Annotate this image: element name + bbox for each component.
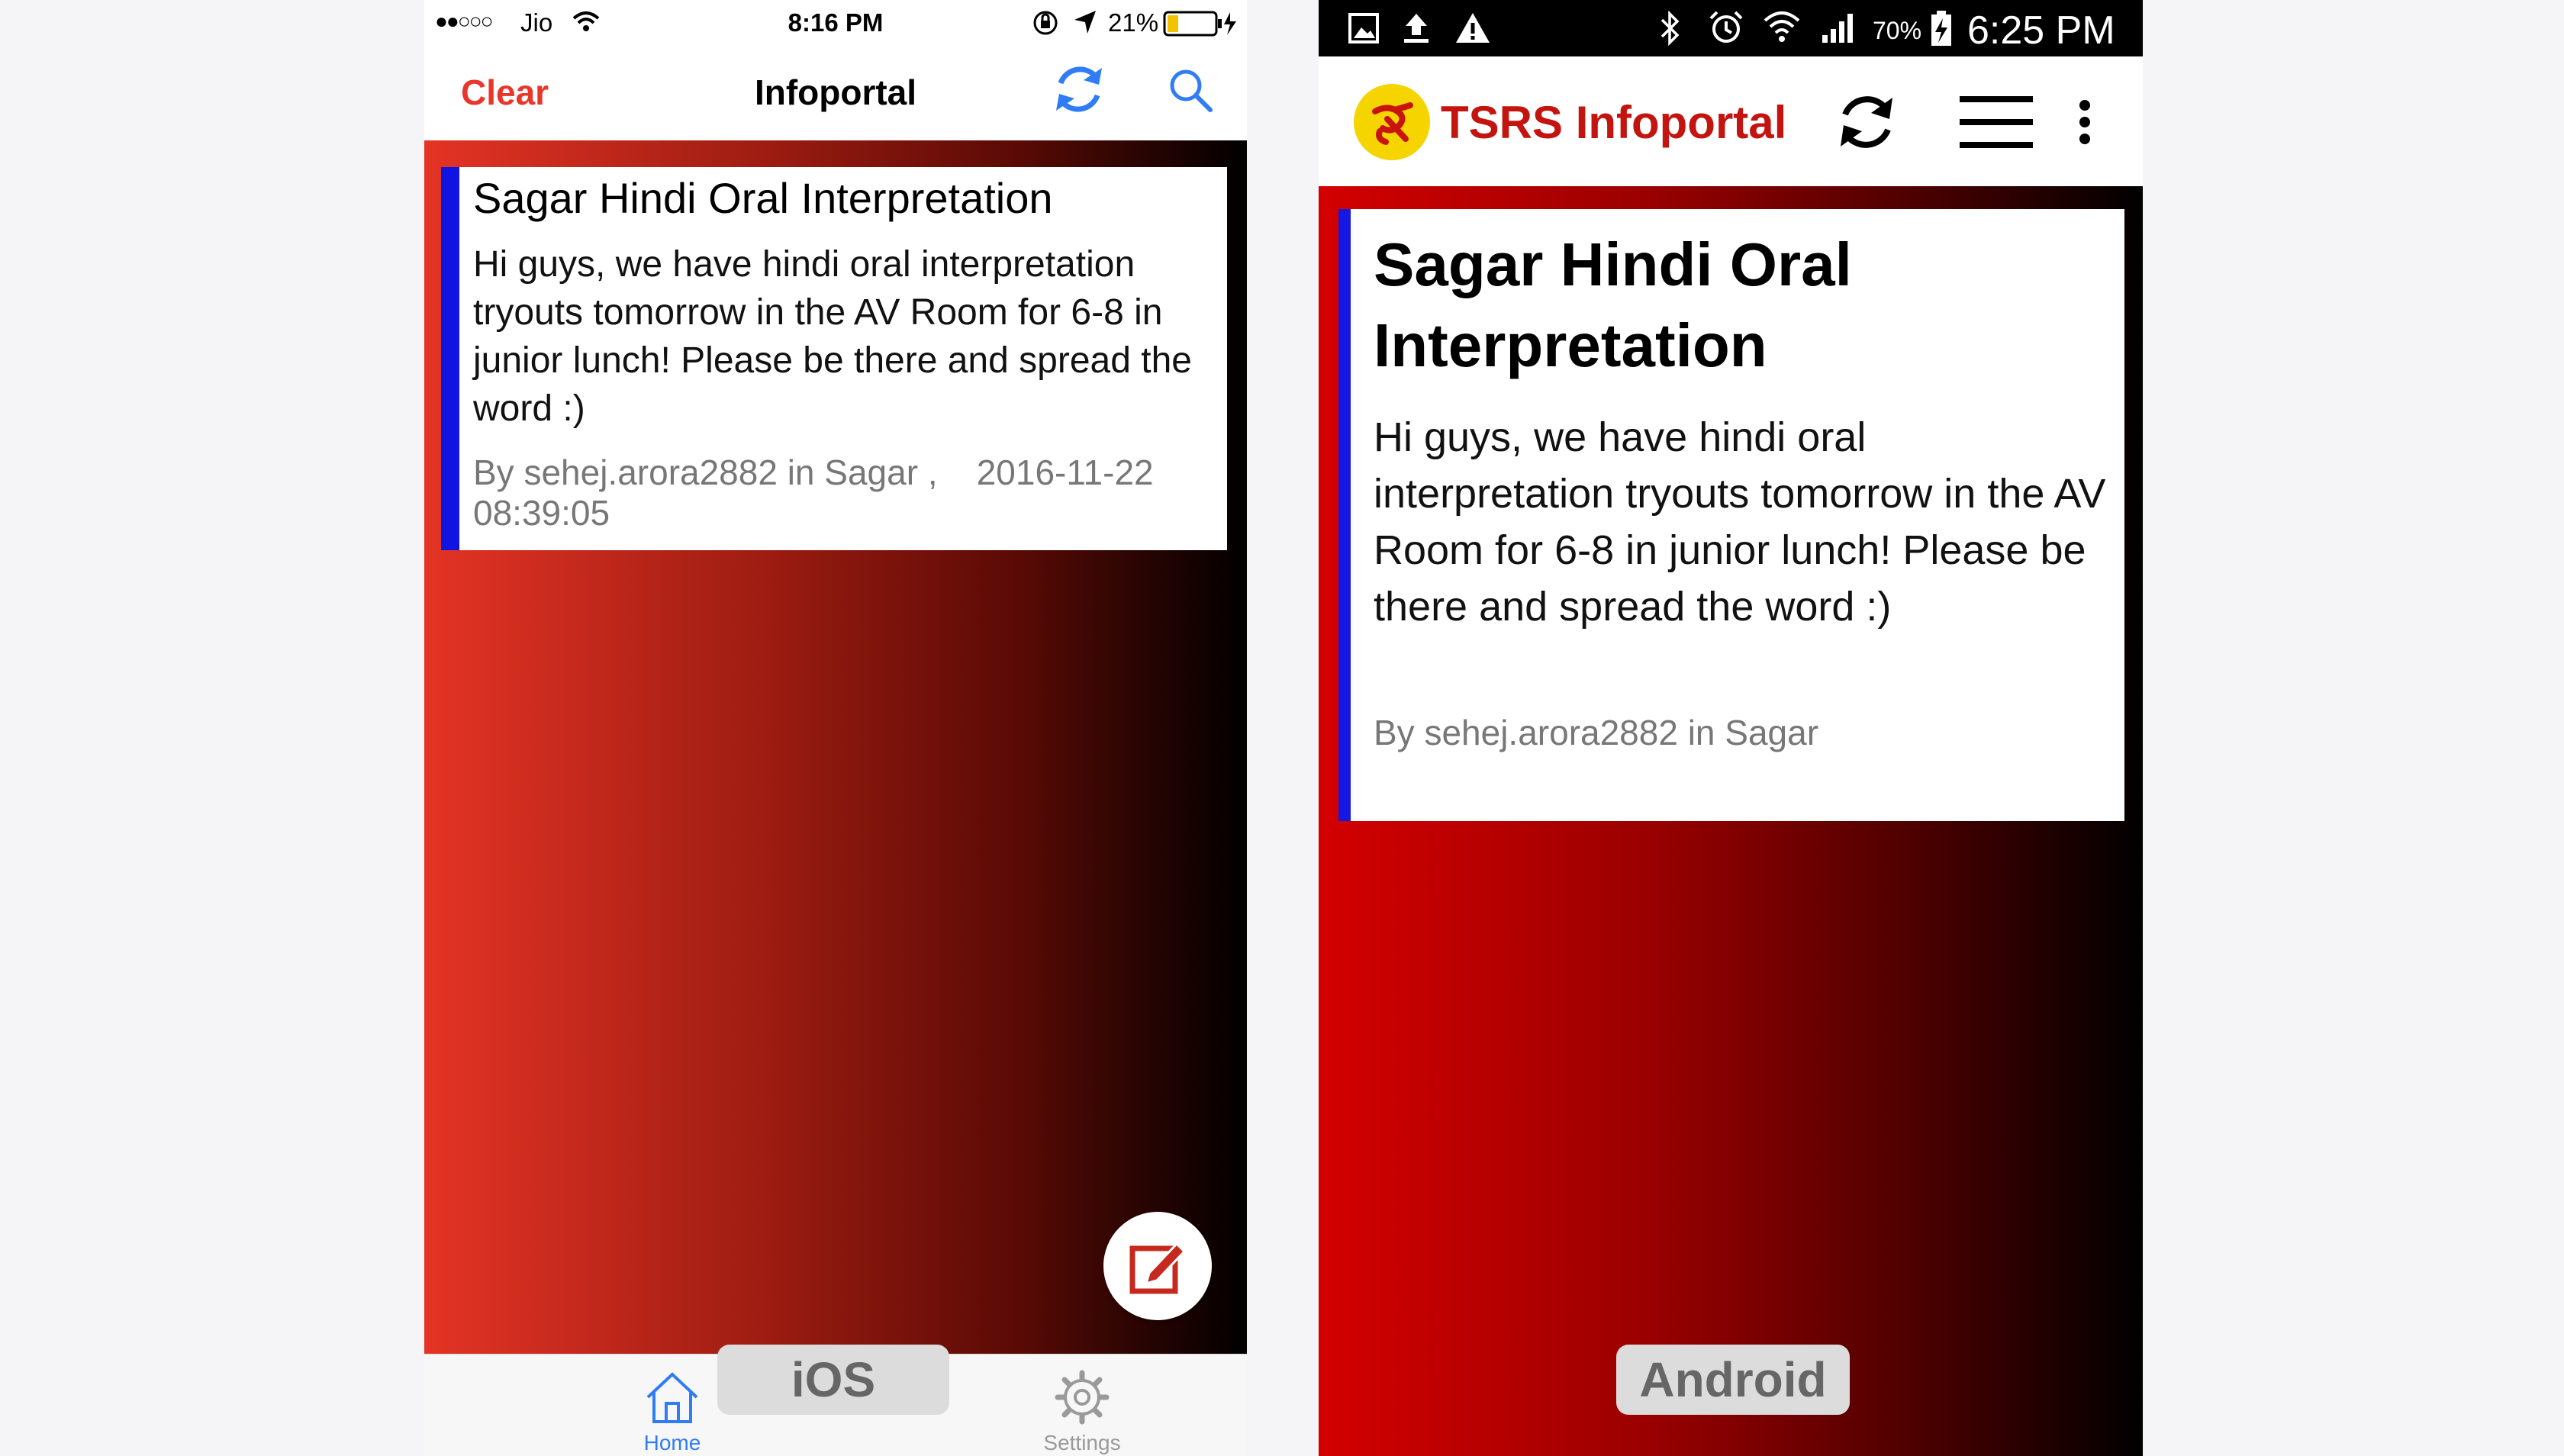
app-title: TSRS Infoportal [1441, 97, 1787, 148]
home-icon [643, 1368, 701, 1426]
battery-percent: 70% [1873, 17, 1922, 44]
android-status-bar: 70% 6:25 PM [1319, 0, 2143, 56]
post-body: Hi guys, we have hindi oral interpretati… [473, 244, 1192, 429]
search-icon[interactable] [1166, 66, 1216, 116]
upload-icon [1401, 11, 1432, 44]
android-phone-screen: 70% 6:25 PM TSRS Infoportal Sagar Hindi … [1319, 0, 2143, 1456]
orientation-lock-icon [1032, 9, 1059, 37]
tab-settings-label: Settings [1043, 1431, 1121, 1454]
gear-icon [1053, 1368, 1111, 1426]
school-logo [1352, 82, 1432, 162]
status-time: 6:25 PM [1967, 8, 2115, 53]
post-card[interactable]: Sagar Hindi Oral Interpretation Hi guys,… [1338, 209, 2124, 821]
more-vert-icon[interactable] [2076, 99, 2094, 145]
wifi-icon [1763, 9, 1801, 44]
compose-icon [1129, 1238, 1187, 1294]
android-app-bar: TSRS Infoportal [1319, 56, 2143, 186]
alarm-icon [1708, 9, 1744, 46]
refresh-icon[interactable] [1048, 59, 1110, 120]
battery-charging-icon [1929, 9, 1954, 47]
android-feed: Sagar Hindi Oral Interpretation Hi guys,… [1319, 186, 2143, 1456]
refresh-icon[interactable] [1830, 85, 1903, 159]
post-card[interactable]: Sagar Hindi Oral Interpretation Hi guys,… [441, 167, 1227, 550]
ios-phone-screen: ●●○○○ Jio 8:16 PM 21% Clear Infoportal S… [424, 0, 1247, 1456]
ios-feed: Sagar Hindi Oral Interpretation Hi guys,… [424, 140, 1247, 1354]
post-title: Sagar Hindi Oral Interpretation [1374, 230, 1852, 379]
gallery-notification-icon [1348, 12, 1380, 44]
battery-percent: 21% [1108, 8, 1159, 37]
battery-icon [1163, 11, 1239, 37]
compose-button[interactable] [1103, 1212, 1212, 1320]
bluetooth-icon [1657, 11, 1682, 46]
tab-settings[interactable]: Settings [990, 1359, 1174, 1454]
warning-icon [1454, 11, 1491, 44]
post-meta: By sehej.arora2882 in Sagar , 2016-11-22… [473, 453, 1164, 533]
platform-label-android: Android [1616, 1345, 1850, 1415]
post-meta: By sehej.arora2882 in Sagar [1374, 713, 1819, 752]
tab-home-label: Home [643, 1431, 701, 1454]
cellular-signal-icon [1819, 11, 1857, 44]
ios-status-bar: ●●○○○ Jio 8:16 PM 21% [424, 0, 1247, 47]
post-title: Sagar Hindi Oral Interpretation [473, 174, 1053, 222]
hamburger-icon[interactable] [1958, 92, 2034, 153]
post-body: Hi guys, we have hindi oral interpretati… [1374, 414, 2106, 630]
nav-title: Infoportal [754, 72, 917, 112]
location-arrow-icon [1073, 9, 1097, 35]
platform-label-ios: iOS [717, 1345, 949, 1415]
ios-nav-bar: Clear Infoportal [424, 47, 1247, 140]
